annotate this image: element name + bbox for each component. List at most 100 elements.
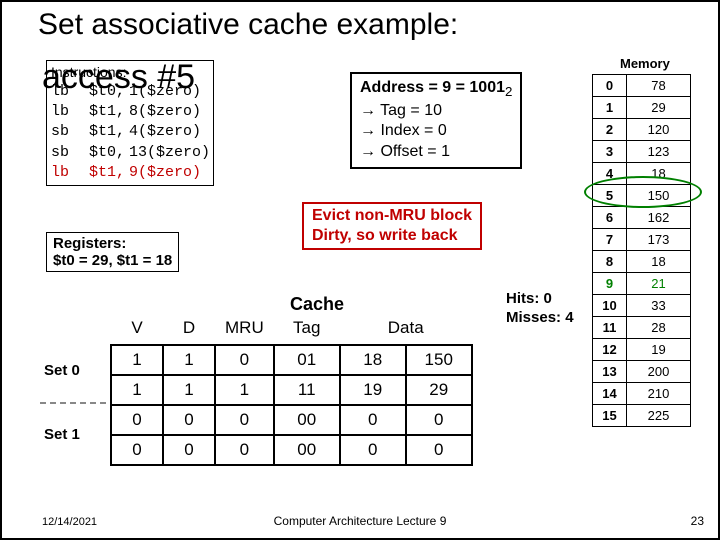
memory-value: 120 [627, 119, 691, 141]
cache-cell: 0 [163, 435, 215, 465]
addr-sub: 2 [505, 84, 512, 99]
memory-value: 225 [627, 405, 691, 427]
instr-cell: lb [51, 82, 89, 102]
cache-cell: 0 [163, 405, 215, 435]
memory-value: 18 [627, 163, 691, 185]
cache-col-Data: Data [340, 316, 472, 345]
evict-line1: Evict non-MRU block [312, 206, 472, 226]
slide-page-number: 23 [691, 514, 704, 528]
instr-cell: 1($zero) [129, 82, 209, 102]
memory-addr: 2 [593, 119, 627, 141]
cache-cell: 18 [340, 345, 406, 375]
set-divider [40, 402, 106, 404]
addr-tag: → Tag = 10 [360, 101, 512, 122]
instr-cell: sb [51, 122, 89, 142]
memory-value: 78 [627, 75, 691, 97]
memory-value: 210 [627, 383, 691, 405]
cache-cell: 0 [406, 435, 472, 465]
evict-callout: Evict non-MRU block Dirty, so write back [302, 202, 482, 250]
memory-row: 1033 [593, 295, 691, 317]
memory-addr: 10 [593, 295, 627, 317]
instructions-box: Instructions: lb$t0,1($zero)lb$t1,8($zer… [46, 60, 214, 186]
cache-cell: 1 [111, 345, 163, 375]
memory-addr: 13 [593, 361, 627, 383]
registers-box: Registers: $t0 = 29, $t1 = 18 [46, 232, 179, 272]
memory-addr: 14 [593, 383, 627, 405]
memory-addr: 12 [593, 339, 627, 361]
memory-row: 15225 [593, 405, 691, 427]
regs-header: Registers: [53, 235, 172, 252]
memory-value: 150 [627, 185, 691, 207]
cache-cell: 0 [111, 435, 163, 465]
memory-value: 18 [627, 251, 691, 273]
address-decode-box: Address = 9 = 10012 → Tag = 10 → Index =… [350, 72, 522, 169]
memory-addr: 0 [593, 75, 627, 97]
cache-cell: 0 [340, 435, 406, 465]
memory-value: 21 [627, 273, 691, 295]
memory-value: 19 [627, 339, 691, 361]
instr-cell: 13($zero) [129, 143, 209, 163]
instr-cell: lb [51, 102, 89, 122]
memory-value: 29 [627, 97, 691, 119]
cache-cell: 0 [215, 405, 274, 435]
memory-value: 200 [627, 361, 691, 383]
instr-cell: $t0, [89, 82, 129, 102]
cache-header-row: V D MRU Tag Data [111, 316, 472, 345]
instr-cell: $t1, [89, 163, 129, 183]
memory-value: 33 [627, 295, 691, 317]
instr-cell: sb [51, 143, 89, 163]
memory-row: 1128 [593, 317, 691, 339]
memory-addr: 3 [593, 141, 627, 163]
memory-row: 6162 [593, 207, 691, 229]
memory-value: 28 [627, 317, 691, 339]
set1-label: Set 1 [44, 426, 80, 443]
memory-row: 14210 [593, 383, 691, 405]
cache-cell: 00 [274, 435, 340, 465]
cache-cell: 0 [111, 405, 163, 435]
cache-cell: 0 [406, 405, 472, 435]
instructions-header: Instructions: [51, 63, 209, 82]
slide-title: Set associative cache example: [38, 8, 458, 42]
cache-row: 0000000 [111, 405, 472, 435]
memory-heading: Memory [620, 56, 670, 71]
instr-cell: $t0, [89, 143, 129, 163]
memory-value: 123 [627, 141, 691, 163]
cache-cell: 1 [111, 375, 163, 405]
hit-miss-counter: Hits: 0 Misses: 4 [506, 290, 574, 328]
cache-col-D: D [163, 316, 215, 345]
memory-table: 0781292120312341851506162717381892110331… [592, 74, 691, 427]
cache-row: 111111929 [111, 375, 472, 405]
addr-line1: Address = 9 = 1001 [360, 79, 505, 96]
memory-addr: 15 [593, 405, 627, 427]
memory-row: 13200 [593, 361, 691, 383]
memory-value: 173 [627, 229, 691, 251]
memory-addr: 9 [593, 273, 627, 295]
cache-table: V D MRU Tag Data 11001181501111119290000… [110, 316, 473, 466]
cache-heading: Cache [290, 294, 344, 315]
instr-cell: lb [51, 163, 89, 183]
cache-cell: 0 [340, 405, 406, 435]
set0-label: Set 0 [44, 362, 80, 379]
instruction-list: lb$t0,1($zero)lb$t1,8($zero)sb$t1,4($zer… [51, 82, 209, 183]
memory-value: 162 [627, 207, 691, 229]
cache-cell: 00 [274, 405, 340, 435]
slide: Set associative cache example: access #5… [0, 0, 720, 540]
memory-addr: 11 [593, 317, 627, 339]
addr-index: → Index = 0 [360, 121, 512, 142]
memory-row: 2120 [593, 119, 691, 141]
memory-row: 129 [593, 97, 691, 119]
memory-addr: 7 [593, 229, 627, 251]
addr-offset: → Offset = 1 [360, 142, 512, 163]
cache-row: 0000000 [111, 435, 472, 465]
cache-row: 1100118150 [111, 345, 472, 375]
hits-count: Hits: 0 [506, 290, 574, 309]
cache-col-Tag: Tag [274, 316, 340, 345]
slide-footer: Computer Architecture Lecture 9 [2, 514, 718, 528]
regs-values: $t0 = 29, $t1 = 18 [53, 252, 172, 269]
cache-cell: 1 [163, 345, 215, 375]
cache-cell: 11 [274, 375, 340, 405]
cache-cell: 19 [340, 375, 406, 405]
cache-cell: 150 [406, 345, 472, 375]
misses-count: Misses: 4 [506, 309, 574, 328]
instr-cell: 8($zero) [129, 102, 209, 122]
